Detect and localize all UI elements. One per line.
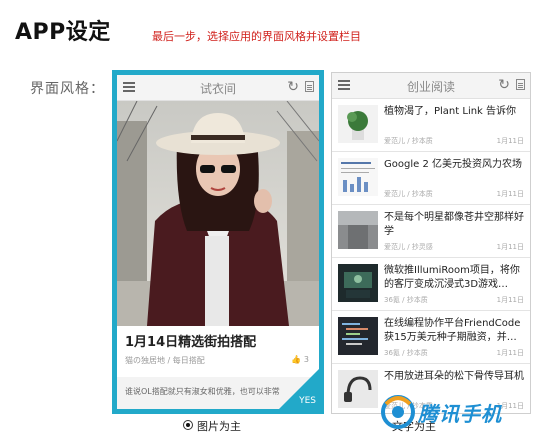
article-title: 1月14日精选街拍搭配 — [125, 335, 257, 350]
style-option-image[interactable]: 试衣间 ↻ 1月14日精选街拍搭配 猫の独居地 / 每日搭配 👍 3 谁说OL搭… — [112, 70, 324, 414]
watermark-text: 腾讯手机 — [418, 402, 502, 426]
phone-topbar: 试衣间 ↻ — [117, 75, 319, 101]
item-source: 36氪 / 抄本质 — [384, 296, 428, 304]
tencent-watermark: 腾讯手机 — [380, 392, 535, 432]
item-title: Google 2 亿美元投资风力农场 — [384, 159, 522, 170]
selected-badge-text: YES — [299, 396, 316, 406]
article-meta: 猫の独居地 / 每日搭配 — [125, 356, 205, 365]
item-source: 爱范儿 / 抄本质 — [384, 137, 433, 145]
photo-thumbnail — [338, 211, 378, 249]
refresh-icon: ↻ — [287, 79, 299, 95]
phone-topbar: 创业阅读 ↻ — [332, 73, 530, 99]
plant-thumbnail — [338, 105, 378, 143]
style-label: 界面风格： — [30, 81, 105, 97]
room-thumbnail — [338, 264, 378, 302]
item-date: 1月11日 — [496, 190, 524, 198]
item-source: 爱范儿 / 抄灵感 — [384, 243, 433, 251]
page-title: APP设定 — [15, 20, 111, 45]
list-item[interactable]: Google 2 亿美元投资风力农场 爱范儿 / 抄本质 1月11日 — [332, 152, 530, 205]
headphone-thumbnail — [338, 370, 378, 408]
item-source: 爱范儿 / 抄本质 — [384, 190, 433, 198]
item-date: 1月11日 — [496, 296, 524, 304]
code-thumbnail — [338, 317, 378, 355]
document-icon — [305, 81, 314, 92]
item-title: 微软推IllumiRoom项目，将你的客厅变成沉浸式3D游戏… — [384, 265, 520, 290]
step-hint: 最后一步，选择应用的界面风格并设置栏目 — [152, 30, 361, 43]
refresh-icon: ↻ — [498, 77, 510, 93]
item-title: 植物渴了，Plant Link 告诉你 — [384, 106, 517, 117]
item-date: 1月11日 — [496, 137, 524, 145]
like-count: 👍 3 — [291, 355, 309, 364]
item-title: 不是每个明星都像苍井空那样好学 — [384, 212, 524, 237]
list-item[interactable]: 微软推IllumiRoom项目，将你的客厅变成沉浸式3D游戏… 36氪 / 抄本… — [332, 258, 530, 311]
list-item[interactable]: 植物渴了，Plant Link 告诉你 爱范儿 / 抄本质 1月11日 — [332, 99, 530, 152]
item-source: 36氪 / 抄本质 — [384, 349, 428, 357]
item-title: 在线编程协作平台FriendCode获15万美元种子期融资，并… — [384, 318, 521, 343]
chart-thumbnail — [338, 158, 378, 196]
item-date: 1月11日 — [496, 243, 524, 251]
style-radio-selected[interactable] — [183, 420, 193, 430]
list-item[interactable]: 不是每个明星都像苍井空那样好学 爱范儿 / 抄灵感 1月11日 — [332, 205, 530, 258]
style-option-text[interactable]: 创业阅读 ↻ 植物渴了，Plant Link 告诉你 爱范儿 / 抄本质 1月1… — [331, 72, 531, 414]
document-icon — [516, 79, 525, 90]
like-number: 3 — [303, 355, 309, 364]
tencent-logo-icon — [381, 395, 415, 429]
item-title: 不用放进耳朵的松下骨传导耳机 — [384, 371, 524, 382]
list-item[interactable]: 在线编程协作平台FriendCode获15万美元种子期融资，并… 36氪 / 抄… — [332, 311, 530, 364]
thumbs-up-icon: 👍 — [291, 355, 302, 364]
item-date: 1月11日 — [496, 349, 524, 357]
cover-photo — [117, 101, 319, 326]
style-radio-label[interactable]: 图片为主 — [197, 418, 241, 434]
